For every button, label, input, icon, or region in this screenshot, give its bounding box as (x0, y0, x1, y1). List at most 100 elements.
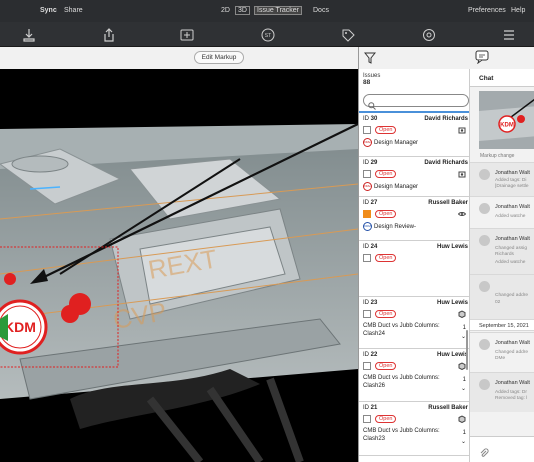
issue-list: ID 30 David Richards Open DMe Design Mana… (359, 111, 469, 456)
chat-entry: Jonathan Walt Added tags: Dr Removed tag… (470, 372, 534, 412)
chat-panel: Chat KDM Markup change Jonathan Walt Add… (470, 69, 534, 462)
status-badge: Open (375, 362, 397, 370)
settings-badge-icon[interactable] (422, 28, 436, 42)
issue-checkbox[interactable] (363, 415, 371, 423)
chat-line: Added tags: Dr (495, 390, 527, 395)
chat-date-separator: September 15, 2021 (470, 319, 534, 331)
chat-entry: Jonathan Walt Added tags: Di [Drainage s… (470, 162, 534, 196)
svg-text:KDM: KDM (500, 123, 514, 129)
issue-checkbox[interactable] (363, 310, 371, 318)
chat-entry: Jonathan Walt Added watche (470, 196, 534, 228)
issue-id-prefix: ID (363, 300, 369, 306)
chat-line: Removed tag: l (495, 396, 528, 401)
issue-checkbox[interactable] (363, 126, 371, 134)
issue-author: David Richards (424, 160, 468, 166)
chat-line: Changed assig (495, 246, 528, 251)
issue-card[interactable]: ID 29 David Richards Open DMe Design Mana… (359, 157, 469, 197)
issue-id-prefix: ID (363, 160, 369, 166)
st-icon[interactable]: ST (261, 28, 275, 42)
view-2d-toggle[interactable]: 2D (221, 7, 230, 14)
list-icon[interactable] (502, 28, 516, 42)
avatar (479, 339, 490, 350)
issue-checkbox[interactable] (363, 210, 371, 218)
issue-checkbox[interactable] (363, 170, 371, 178)
chat-line: Added watche (495, 214, 526, 219)
tag-icon[interactable] (341, 28, 355, 42)
assignee-avatar: DMe (363, 182, 372, 191)
issue-author: Huw Lewis (436, 244, 468, 250)
chat-author: Jonathan Walt (495, 236, 530, 242)
sync-menu[interactable]: Sync (40, 7, 57, 14)
assignee-avatar: DMe (363, 138, 372, 147)
issue-checkbox[interactable] (363, 254, 371, 262)
issue-card[interactable]: ID 23 Huw Lewis Open CMB Duct vs Jubb Co… (359, 297, 469, 349)
issue-search-input[interactable] (363, 94, 469, 110)
comment-count: 1 (462, 377, 466, 383)
chat-author: Jonathan Walt (495, 170, 530, 176)
cube-icon (458, 362, 466, 371)
issue-id-prefix: ID (363, 200, 369, 206)
svg-text:ST: ST (265, 33, 271, 39)
share-menu[interactable]: Share (64, 7, 83, 14)
issue-card[interactable]: ID 21 Russell Baker Open CMB Duct vs Jub… (359, 402, 469, 456)
app-window: Sync Share 2D 3D Issue Tracker Docs Pref… (0, 0, 534, 462)
issue-title: CMB Duct vs Jubb Columns: Clash26 (363, 375, 440, 389)
issues-header: Issues 88 (359, 69, 469, 97)
issues-scrollbar[interactable] (466, 330, 468, 370)
issue-id: 22 (370, 352, 378, 358)
share-icon[interactable] (102, 28, 116, 42)
menu-bar: Sync Share 2D 3D Issue Tracker Docs Pref… (0, 0, 534, 22)
chat-input[interactable] (470, 436, 534, 462)
issue-tracker-tab[interactable]: Issue Tracker (254, 6, 303, 15)
issue-card[interactable]: ID 30 David Richards Open DMe Design Mana… (359, 111, 469, 157)
chat-author: Jonathan Walt (495, 340, 530, 346)
docs-menu[interactable]: Docs (313, 7, 329, 14)
panel-tab-strip (358, 47, 534, 69)
avatar (479, 169, 490, 180)
issue-id: 29 (370, 160, 378, 166)
issue-title: CMB Duct vs Jubb Columns: Clash23 (363, 428, 440, 442)
camera-icon (458, 126, 466, 134)
issue-id: 23 (370, 300, 378, 306)
help-menu[interactable]: Help (511, 7, 525, 14)
issue-card[interactable]: ID 22 Huw Lewis Open CMB Duct vs Jubb Co… (359, 349, 469, 402)
issue-id-prefix: ID (363, 352, 369, 358)
issue-checkbox[interactable] (363, 362, 371, 370)
avatar (479, 281, 490, 292)
chat-line: Changed addre (495, 350, 529, 355)
assignee-avatar: KDM (363, 222, 372, 231)
edit-markup-button[interactable]: Edit Markup (194, 51, 244, 64)
chat-bubble-icon[interactable] (475, 50, 489, 65)
avatar (479, 203, 490, 214)
add-markup-icon[interactable] (180, 28, 194, 42)
issue-author: Russell Baker (428, 200, 468, 206)
view-3d-toggle[interactable]: 3D (235, 6, 250, 15)
markup-thumbnail[interactable]: KDM (479, 91, 534, 149)
kdm-stamp-label: KDM (4, 319, 36, 335)
assignee-name: Design Manager (374, 184, 419, 191)
chat-line: Richards (495, 252, 514, 257)
status-badge: Open (375, 210, 397, 218)
download-icon[interactable] (22, 28, 36, 42)
preferences-menu[interactable]: Preferences (468, 7, 506, 14)
chevron-down-icon[interactable]: ⌄ (461, 438, 466, 445)
issue-card[interactable]: ID 24 Huw Lewis Open (359, 241, 469, 297)
chat-entry: Changed addre 02 (470, 274, 534, 319)
model-viewport[interactable]: REXT CVP KDM (0, 69, 358, 462)
chat-line: Added watche (495, 260, 526, 265)
filter-icon[interactable] (363, 51, 377, 64)
issue-author: Russell Baker (428, 405, 468, 411)
cube-icon (458, 415, 466, 424)
chat-author: Jonathan Walt (495, 204, 530, 210)
issue-author: David Richards (424, 116, 468, 122)
status-badge: Open (375, 415, 397, 423)
chevron-down-icon[interactable]: ⌄ (461, 385, 466, 392)
attachment-icon[interactable] (479, 445, 489, 457)
issue-card[interactable]: ID 27 Russell Baker Open KDM Design Revie… (359, 197, 469, 241)
chat-author: Jonathan Walt (495, 380, 530, 386)
camera-icon (458, 170, 466, 178)
issue-title: CMB Duct vs Jubb Columns: Clash24 (363, 323, 440, 337)
comment-count: 1 (462, 430, 466, 436)
issues-count: 88 (363, 79, 371, 86)
model-scene: REXT CVP KDM (0, 69, 358, 462)
